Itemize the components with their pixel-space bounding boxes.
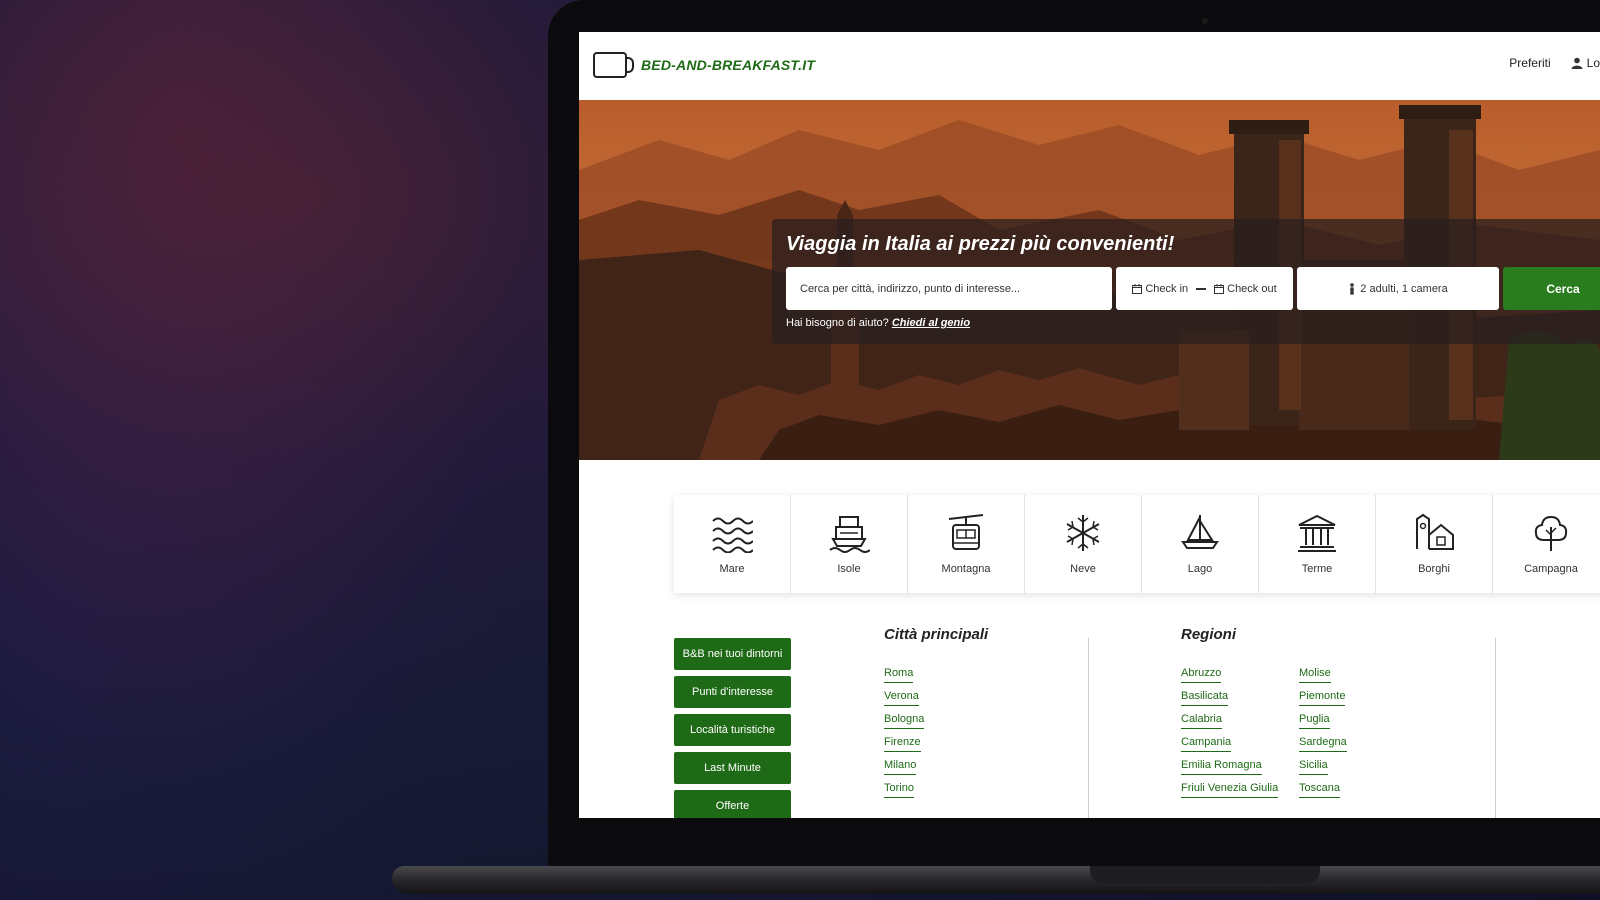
waves-icon xyxy=(712,517,753,553)
site-logo[interactable]: BED-AND-BREAKFAST.IT xyxy=(593,52,815,78)
ask-genie-link[interactable]: Chiedi al genio xyxy=(892,317,970,329)
tourist-places-button[interactable]: Località turistiche xyxy=(674,714,791,746)
cable-car-icon xyxy=(948,514,984,550)
check-out-label: Check out xyxy=(1227,282,1277,295)
search-button[interactable]: Cerca xyxy=(1503,267,1600,310)
nav-right: Preferiti Lo xyxy=(1509,56,1600,70)
laptop-camera xyxy=(1202,18,1208,24)
category-terme[interactable]: Terme xyxy=(1259,495,1376,593)
village-icon xyxy=(1416,513,1454,550)
sailboat-icon xyxy=(1181,515,1219,549)
category-neve[interactable]: Neve xyxy=(1025,495,1142,593)
destination-search-input[interactable]: Cerca per città, indirizzo, punto di int… xyxy=(786,267,1112,310)
search-panel: Viaggia in Italia ai prezzi più convenie… xyxy=(772,219,1600,344)
city-link[interactable]: Bologna xyxy=(884,712,925,729)
last-minute-button[interactable]: Last Minute xyxy=(674,752,791,784)
browser-screen: BED-AND-BREAKFAST.IT Preferiti Lo Viaggi… xyxy=(579,32,1600,818)
search-button-label: Cerca xyxy=(1546,281,1580,296)
region-link[interactable]: Campania xyxy=(1181,735,1232,752)
region-link[interactable]: Abruzzo xyxy=(1181,666,1222,683)
help-text: Hai bisogno di aiuto? xyxy=(786,317,889,329)
region-link[interactable]: Basilicata xyxy=(1181,689,1229,706)
guests-selector[interactable]: 2 adulti, 1 camera xyxy=(1297,267,1499,310)
nearby-bnb-button[interactable]: B&B nei tuoi dintorni xyxy=(674,638,791,670)
category-label: Montagna xyxy=(941,563,991,575)
region-link[interactable]: Emilia Romagna xyxy=(1181,758,1262,775)
category-bar: Mare Isole Montagna Neve Lago Terme Borg… xyxy=(674,495,1600,593)
snowflake-icon xyxy=(1066,515,1100,551)
region-link[interactable]: Calabria xyxy=(1181,712,1222,729)
city-link[interactable]: Verona xyxy=(884,689,919,706)
category-label: Terme xyxy=(1301,563,1333,575)
temple-icon xyxy=(1298,514,1336,552)
logo-text: BED-AND-BREAKFAST.IT xyxy=(641,57,816,73)
region-link[interactable]: Molise xyxy=(1299,666,1331,683)
category-label: Mare xyxy=(719,563,745,575)
quick-links: B&B nei tuoi dintorni Punti d'interesse … xyxy=(674,638,791,818)
category-label: Isole xyxy=(837,563,861,575)
date-separator xyxy=(1196,287,1207,290)
column-divider xyxy=(1088,638,1089,818)
category-isole[interactable]: Isole xyxy=(791,495,908,593)
category-mare[interactable]: Mare xyxy=(674,495,791,593)
main-cities-title: Città principali xyxy=(884,626,989,643)
category-lago[interactable]: Lago xyxy=(1142,495,1259,593)
category-label: Neve xyxy=(1070,563,1096,575)
hero-title: Viaggia in Italia ai prezzi più convenie… xyxy=(786,233,1175,255)
region-link[interactable]: Piemonte xyxy=(1299,689,1346,706)
ferry-icon xyxy=(829,516,870,553)
hero-banner: Viaggia in Italia ai prezzi più convenie… xyxy=(579,100,1600,460)
help-line: Hai bisogno di aiuto? Chiedi al genio xyxy=(786,317,970,329)
destination-placeholder: Cerca per città, indirizzo, punto di int… xyxy=(800,282,1021,295)
tree-icon xyxy=(1534,515,1568,551)
category-label: Lago xyxy=(1187,563,1213,575)
city-link[interactable]: Torino xyxy=(884,781,914,798)
person-icon xyxy=(1350,282,1355,295)
category-label: Borghi xyxy=(1418,563,1450,575)
date-picker[interactable]: Check in Check out xyxy=(1116,267,1293,310)
city-link[interactable]: Roma xyxy=(884,666,914,683)
calendar-icon xyxy=(1132,283,1143,294)
guests-label: 2 adulti, 1 camera xyxy=(1360,282,1448,295)
region-link[interactable]: Friuli Venezia Giulia xyxy=(1181,781,1279,798)
region-link[interactable]: Sicilia xyxy=(1299,758,1328,775)
check-in-label: Check in xyxy=(1145,282,1189,295)
region-link[interactable]: Toscana xyxy=(1299,781,1340,798)
logo-mark-icon xyxy=(593,52,634,78)
login-label: Lo xyxy=(1586,56,1600,70)
background-glow xyxy=(0,0,600,900)
user-icon xyxy=(1571,57,1583,69)
city-link[interactable]: Milano xyxy=(884,758,917,775)
login-link[interactable]: Lo xyxy=(1571,56,1600,70)
laptop-notch xyxy=(1090,866,1320,884)
column-divider xyxy=(1495,638,1496,818)
laptop-base xyxy=(392,866,1600,894)
calendar-icon xyxy=(1214,283,1225,294)
category-montagna[interactable]: Montagna xyxy=(908,495,1025,593)
favorites-link[interactable]: Preferiti xyxy=(1509,56,1550,70)
city-link[interactable]: Firenze xyxy=(884,735,921,752)
offers-button[interactable]: Offerte xyxy=(674,790,791,818)
region-link[interactable]: Sardegna xyxy=(1299,735,1347,752)
regions-title: Regioni xyxy=(1181,626,1236,643)
category-borghi[interactable]: Borghi xyxy=(1376,495,1493,593)
points-of-interest-button[interactable]: Punti d'interesse xyxy=(674,676,791,708)
category-campagna[interactable]: Campagna xyxy=(1493,495,1600,593)
top-navigation: BED-AND-BREAKFAST.IT Preferiti Lo xyxy=(579,32,1600,100)
category-label: Campagna xyxy=(1524,563,1578,575)
region-link[interactable]: Puglia xyxy=(1299,712,1330,729)
